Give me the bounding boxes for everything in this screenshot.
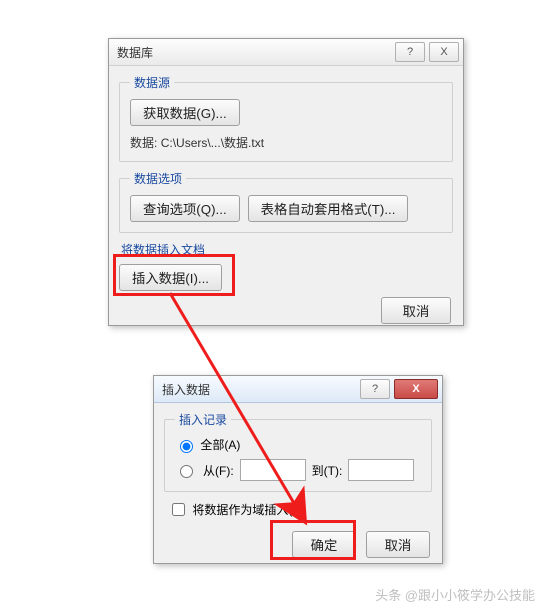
cancel-button-db[interactable]: 取消 (381, 297, 451, 324)
dialog-body: 数据源 获取数据(G)... 数据: C:\Users\...\数据.txt 数… (109, 66, 463, 336)
radio-from-label: 从(F): (203, 462, 234, 479)
dataoptions-group: 数据选项 查询选项(Q)... 表格自动套用格式(T)... (119, 170, 453, 233)
datasource-group: 数据源 获取数据(G)... 数据: C:\Users\...\数据.txt (119, 74, 453, 162)
to-label: 到(T): (312, 462, 343, 479)
autoformat-button[interactable]: 表格自动套用格式(T)... (248, 195, 409, 222)
data-path-line: 数据: C:\Users\...\数据.txt (130, 134, 442, 151)
insert-records-legend: 插入记录 (175, 411, 231, 428)
database-dialog: 数据库 ? X 数据源 获取数据(G)... 数据: C:\Users\...\… (108, 38, 464, 326)
insert-as-field-label: 将数据作为域插入(I) (192, 503, 299, 517)
help-button[interactable]: ? (395, 42, 425, 62)
get-data-button[interactable]: 获取数据(G)... (130, 99, 240, 126)
insert-as-field-checkbox[interactable] (172, 503, 185, 516)
insert-records-group: 插入记录 全部(A) 从(F): 到(T): (164, 411, 432, 492)
titlebar-database: 数据库 ? X (109, 39, 463, 66)
to-input[interactable] (348, 459, 414, 481)
insert-data-button[interactable]: 插入数据(I)... (119, 264, 222, 291)
help-button-2[interactable]: ? (360, 379, 390, 399)
path-value: C:\Users\...\数据.txt (161, 136, 264, 150)
dialog-title: 数据库 (117, 44, 395, 61)
path-label: 数据: (130, 136, 157, 150)
dialog2-body: 插入记录 全部(A) 从(F): 到(T): 将数据作为域插入(I) 确定 取消 (154, 403, 442, 570)
radio-all-label: 全部(A) (200, 438, 240, 452)
insert-into-doc-label: 将数据插入文档 (121, 241, 453, 258)
close-button[interactable]: X (429, 42, 459, 62)
radio-from[interactable] (180, 465, 193, 478)
titlebar-insert-data: 插入数据 ? X (154, 376, 442, 403)
ok-button[interactable]: 确定 (292, 531, 356, 558)
insert-data-dialog: 插入数据 ? X 插入记录 全部(A) 从(F): 到(T): 将数据作为域插入… (153, 375, 443, 564)
dialog2-title: 插入数据 (162, 381, 360, 398)
dataoptions-legend: 数据选项 (130, 170, 186, 187)
radio-all[interactable] (180, 440, 193, 453)
query-options-button[interactable]: 查询选项(Q)... (130, 195, 240, 222)
from-input[interactable] (240, 459, 306, 481)
close-button-2[interactable]: X (394, 379, 438, 399)
datasource-legend: 数据源 (130, 74, 174, 91)
watermark-text: 头条 @跟小小筱学办公技能 (375, 585, 535, 604)
cancel-button-insert[interactable]: 取消 (366, 531, 430, 558)
